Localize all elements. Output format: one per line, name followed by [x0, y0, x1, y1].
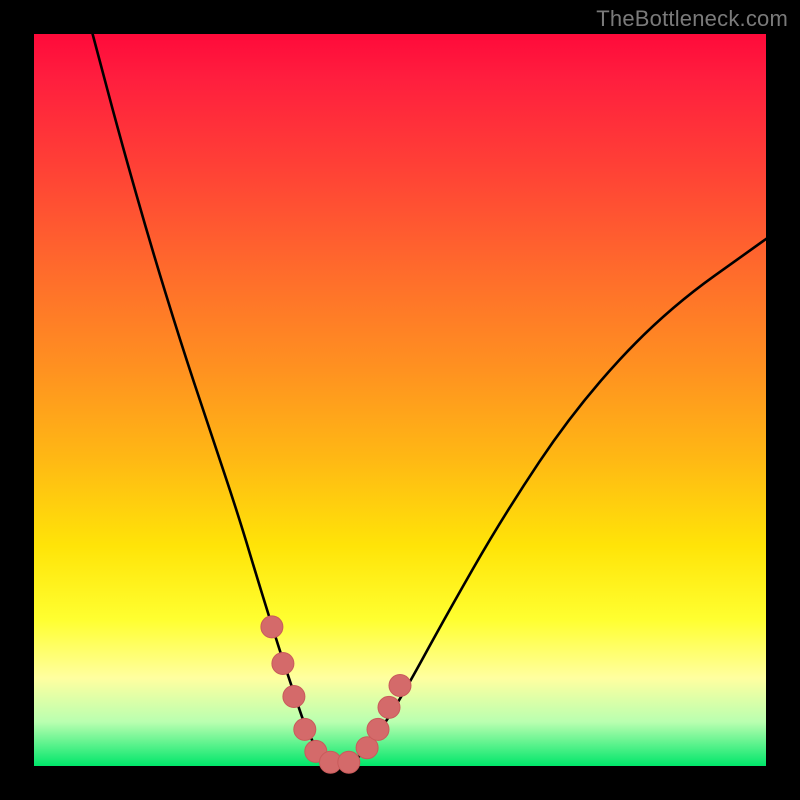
curve-marker — [261, 616, 283, 638]
curve-layer — [34, 34, 766, 766]
curve-marker — [283, 686, 305, 708]
curve-marker — [389, 675, 411, 697]
plot-area — [34, 34, 766, 766]
curve-markers — [261, 616, 411, 773]
curve-marker — [367, 718, 389, 740]
bottleneck-curve — [93, 34, 766, 765]
watermark-text: TheBottleneck.com — [596, 6, 788, 32]
chart-frame: TheBottleneck.com — [0, 0, 800, 800]
curve-marker — [338, 751, 360, 773]
curve-marker — [294, 718, 316, 740]
curve-marker — [272, 653, 294, 675]
curve-marker — [378, 696, 400, 718]
